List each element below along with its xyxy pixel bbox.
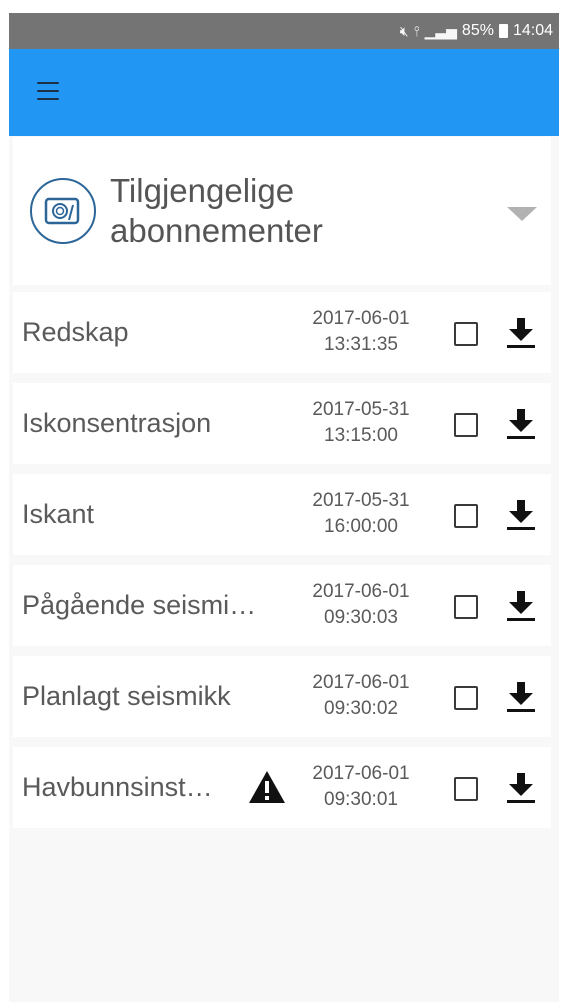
battery-icon [498, 24, 508, 38]
warning-icon [249, 771, 285, 803]
list-item[interactable]: Redskap 2017-06-01 13:31:35 [13, 292, 551, 373]
subscription-name: Havbunnsinst… [22, 772, 213, 802]
timestamp-time: 16:00:00 [324, 516, 398, 537]
timestamp: 2017-06-01 13:31:35 [293, 306, 429, 358]
subscription-name: Iskonsentrasjon [22, 408, 212, 438]
timestamp: 2017-06-01 09:30:01 [293, 761, 429, 813]
page-title: Tilgjengelige abonnementer [110, 171, 410, 251]
download-icon[interactable] [504, 407, 538, 441]
subscription-name: Planlagt seismikk [22, 681, 231, 711]
hamburger-menu-icon[interactable] [37, 82, 59, 100]
subscription-list: Redskap 2017-06-01 13:31:35 Iskonsentras… [13, 292, 551, 838]
download-icon[interactable] [504, 316, 538, 350]
subscription-icon [30, 178, 96, 244]
app-bar [9, 49, 559, 136]
list-item[interactable]: Iskonsentrasjon 2017-05-31 13:15:00 [13, 383, 551, 464]
timestamp-time: 09:30:01 [324, 789, 398, 810]
download-icon[interactable] [504, 680, 538, 714]
timestamp-date: 2017-06-01 [312, 763, 410, 784]
title-line-1: Tilgjengelige [110, 172, 295, 209]
timestamp-date: 2017-06-01 [312, 672, 410, 693]
subscription-name: Pågående seismi… [22, 590, 257, 620]
list-item[interactable]: Iskant 2017-05-31 16:00:00 [13, 474, 551, 555]
timestamp: 2017-05-31 16:00:00 [293, 488, 429, 540]
chevron-down-icon[interactable] [507, 207, 537, 221]
list-item[interactable]: Pågående seismi… 2017-06-01 09:30:03 [13, 565, 551, 646]
timestamp-time: 09:30:02 [324, 698, 398, 719]
timestamp-date: 2017-06-01 [312, 581, 410, 602]
timestamp: 2017-06-01 09:30:02 [293, 670, 429, 722]
download-icon[interactable] [504, 771, 538, 805]
select-checkbox[interactable] [454, 413, 478, 437]
select-checkbox[interactable] [454, 322, 478, 346]
timestamp-time: 13:15:00 [324, 425, 398, 446]
wifi-icon: ⫯ [413, 22, 420, 39]
title-line-2: abonnementer [110, 212, 323, 249]
timestamp-date: 2017-06-01 [312, 308, 410, 329]
timestamp: 2017-05-31 13:15:00 [293, 397, 429, 449]
select-checkbox[interactable] [454, 595, 478, 619]
select-checkbox[interactable] [454, 686, 478, 710]
timestamp-time: 09:30:03 [324, 607, 398, 628]
download-icon[interactable] [504, 498, 538, 532]
status-bar: 🔇︎ ⫯ ▁▃▅ 85% 14:04 [9, 13, 559, 49]
select-checkbox[interactable] [454, 504, 478, 528]
signal-icon: ▁▃▅ [424, 22, 457, 39]
timestamp-date: 2017-05-31 [312, 490, 410, 511]
clock: 14:04 [512, 22, 553, 39]
subscriptions-header[interactable]: Tilgjengelige abonnementer [13, 137, 551, 285]
battery-percent: 85% [461, 22, 494, 39]
timestamp: 2017-06-01 09:30:03 [293, 579, 429, 631]
subscription-name: Redskap [22, 317, 129, 347]
select-checkbox[interactable] [454, 777, 478, 801]
timestamp-time: 13:31:35 [324, 334, 398, 355]
timestamp-date: 2017-05-31 [312, 399, 410, 420]
mute-icon: 🔇︎ [399, 22, 409, 39]
list-item[interactable]: Havbunnsinst… 2017-06-01 09:30:01 [13, 747, 551, 828]
subscription-name: Iskant [22, 499, 95, 529]
download-icon[interactable] [504, 589, 538, 623]
list-item[interactable]: Planlagt seismikk 2017-06-01 09:30:02 [13, 656, 551, 737]
